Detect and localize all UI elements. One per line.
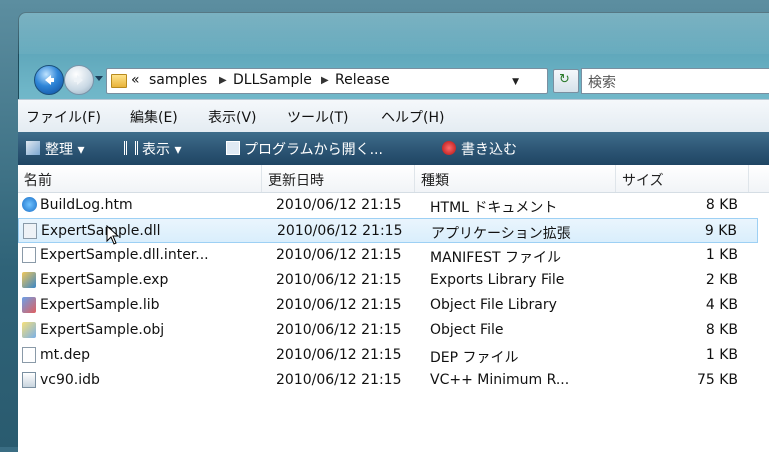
file-size: 1 KB [705,347,738,363]
file-date: 2010/06/12 21:15 [276,322,402,338]
obj-file-icon [22,322,36,338]
file-name: mt.dep [40,347,90,363]
window-glass-frame [18,12,769,54]
file-type: MANIFEST ファイル [430,250,562,266]
file-row[interactable]: BuildLog.htm 2010/06/12 21:15 HTML ドキュメン… [18,193,758,218]
file-row[interactable]: mt.dep 2010/06/12 21:15 DEP ファイル 1 KB [18,343,758,368]
search-placeholder: 検索 [588,75,616,91]
folder-icon [111,74,127,88]
file-date: 2010/06/12 21:15 [276,247,402,263]
file-date: 2010/06/12 21:15 [276,347,402,363]
breadcrumb-samples[interactable]: samples [149,72,207,88]
exp-file-icon [22,272,36,288]
file-date: 2010/06/12 21:15 [276,372,402,388]
breadcrumb-separator-icon[interactable]: ▶ [321,75,329,86]
address-dropdown-icon[interactable]: ▼ [512,77,519,87]
column-header-name[interactable]: 名前 ▲ [18,165,262,192]
navigation-bar: « samples ▶ DLLSample ▶ Release ▼ ↻ 検索 [28,63,769,95]
burn-button[interactable]: 書き込む [461,139,517,159]
back-arrow-icon [45,75,54,85]
file-row[interactable]: ExpertSample.exp 2010/06/12 21:15 Export… [18,268,758,293]
file-type: VC++ Minimum R... [430,372,570,388]
file-row[interactable]: ExpertSample.lib 2010/06/12 21:15 Object… [18,293,758,318]
breadcrumb-overflow[interactable]: « [131,72,140,88]
file-size: 8 KB [705,322,738,338]
organize-button[interactable]: 整理 ▾ [45,139,84,159]
file-size: 75 KB [696,372,738,388]
column-size-label: サイズ [622,173,664,189]
breadcrumb-release[interactable]: Release [335,72,390,88]
command-bar: 整理 ▾ 表示 ▾ プログラムから開く... 書き込む [18,132,769,165]
recent-pages-dropdown-icon[interactable] [94,73,104,83]
mouse-cursor-icon [106,225,120,245]
breadcrumb-dllsample[interactable]: DLLSample [233,72,312,88]
views-button[interactable]: 表示 ▾ [142,139,181,159]
refresh-icon: ↻ [559,72,570,87]
forward-arrow-icon [74,75,83,85]
file-name: ExpertSample.lib [40,297,160,313]
file-name: ExpertSample.obj [40,322,165,338]
address-bar[interactable]: « samples ▶ DLLSample ▶ Release ▼ [106,68,548,94]
column-header-date[interactable]: 更新日時 [262,165,415,192]
file-row[interactable]: ExpertSample.obj 2010/06/12 21:15 Object… [18,318,758,343]
column-date-label: 更新日時 [268,173,324,189]
open-with-icon [226,141,240,155]
column-header-row: 名前 ▲ 更新日時 種類 サイズ [18,165,769,193]
file-name: ExpertSample.dll [41,223,161,239]
file-type: アプリケーション拡張 [431,226,571,242]
file-name: BuildLog.htm [40,197,133,213]
column-header-type[interactable]: 種類 [415,165,616,192]
back-button[interactable] [34,65,64,95]
menu-tools[interactable]: ツール(T) [287,107,348,127]
file-name: ExpertSample.exp [40,272,169,288]
column-header-size[interactable]: サイズ [616,165,749,192]
menu-view[interactable]: 表示(V) [208,107,257,127]
file-type: Object File Library [430,297,557,313]
explorer-window: « samples ▶ DLLSample ▶ Release ▼ ↻ 検索 フ… [18,12,769,452]
blank-file-icon [22,247,36,263]
menu-bar: ファイル(F) 編集(E) 表示(V) ツール(T) ヘルプ(H) [18,99,769,133]
idb-file-icon [22,372,36,388]
menu-help[interactable]: ヘルプ(H) [381,107,444,127]
file-size: 4 KB [705,297,738,313]
file-row[interactable]: vc90.idb 2010/06/12 21:15 VC++ Minimum R… [18,368,758,393]
file-date: 2010/06/12 21:15 [276,297,402,313]
file-type: HTML ドキュメント [430,200,558,216]
forward-button[interactable] [64,65,94,95]
file-type: DEP ファイル [430,350,519,366]
sort-ascending-icon: ▲ [24,170,31,179]
blank-file-icon [22,347,36,363]
open-with-button[interactable]: プログラムから開く... [244,139,383,159]
file-size: 8 KB [705,197,738,213]
file-type: Exports Library File [430,272,565,288]
dll-icon [23,223,37,239]
file-date: 2010/06/12 21:15 [276,272,402,288]
file-row-selected[interactable]: ExpertSample.dll 2010/06/12 21:15 アプリケーシ… [18,218,758,243]
file-name: vc90.idb [40,372,100,388]
views-icon [124,141,138,155]
breadcrumb-separator-icon[interactable]: ▶ [219,75,227,86]
menu-edit[interactable]: 編集(E) [130,107,178,127]
column-type-label: 種類 [421,173,449,189]
menu-file[interactable]: ファイル(F) [26,107,101,127]
search-input[interactable]: 検索 [581,68,769,94]
lib-file-icon [22,297,36,313]
file-size: 2 KB [705,272,738,288]
ie-document-icon [22,197,37,212]
burn-icon [442,141,456,155]
file-size: 9 KB [704,223,737,239]
file-name: ExpertSample.dll.inter... [40,247,209,263]
file-date: 2010/06/12 21:15 [277,223,403,239]
file-list: 名前 ▲ 更新日時 種類 サイズ BuildLog.htm 2010/06/12… [18,165,769,452]
file-date: 2010/06/12 21:15 [276,197,402,213]
organize-icon [26,141,40,155]
file-row[interactable]: ExpertSample.dll.inter... 2010/06/12 21:… [18,243,758,268]
refresh-button[interactable]: ↻ [553,69,579,93]
file-size: 1 KB [705,247,738,263]
file-type: Object File [430,322,504,338]
